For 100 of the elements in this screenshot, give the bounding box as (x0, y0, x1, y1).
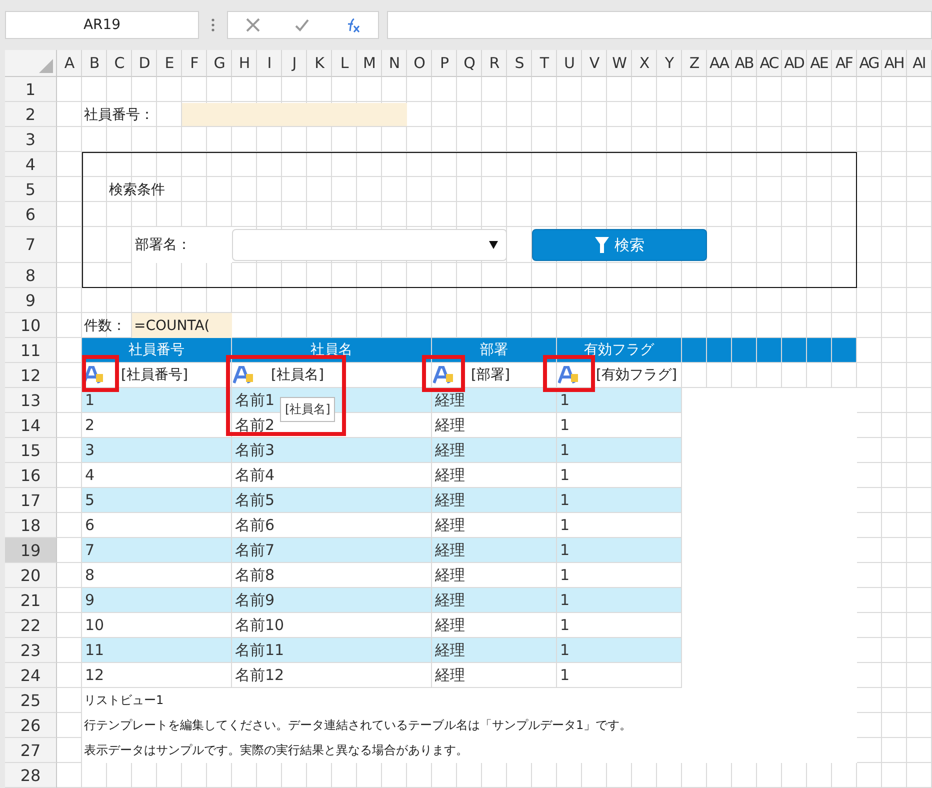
formula-input[interactable] (387, 11, 932, 39)
field-placeholder: [部署] (471, 366, 510, 384)
row-header[interactable]: 14 (5, 413, 57, 438)
column-header[interactable]: X (632, 50, 657, 77)
column-header[interactable]: Q (457, 50, 482, 77)
row-header[interactable]: 19 (5, 538, 57, 563)
column-header[interactable]: A (57, 50, 82, 77)
column-header[interactable]: E (157, 50, 182, 77)
row-header[interactable]: 7 (5, 227, 57, 263)
row-header[interactable]: 28 (5, 763, 57, 788)
column-header[interactable]: P (432, 50, 457, 77)
row-header[interactable]: 8 (5, 263, 57, 288)
row-header[interactable]: 25 (5, 688, 57, 713)
row-header[interactable]: 5 (5, 177, 57, 202)
table-cell: 名前9 (232, 588, 432, 613)
column-header[interactable]: R (482, 50, 507, 77)
row-header[interactable]: 10 (5, 313, 57, 338)
column-header[interactable]: S (507, 50, 532, 77)
table-cell: 名前12 (232, 663, 432, 688)
row-header[interactable]: 9 (5, 288, 57, 313)
column-header[interactable]: N (382, 50, 407, 77)
column-header[interactable]: G (207, 50, 232, 77)
column-header[interactable]: L (332, 50, 357, 77)
column-header[interactable]: Y (657, 50, 682, 77)
column-header[interactable]: AC (757, 50, 782, 77)
column-header[interactable]: AA (707, 50, 732, 77)
row-header[interactable]: 23 (5, 638, 57, 663)
table-cell: 11 (82, 638, 232, 663)
row-header[interactable]: 13 (5, 388, 57, 413)
column-header[interactable]: F (182, 50, 207, 77)
highlight-overlay (543, 355, 595, 392)
column-header[interactable]: D (132, 50, 157, 77)
column-header[interactable]: W (607, 50, 632, 77)
more-icon[interactable] (211, 18, 215, 32)
employee-id-field[interactable] (182, 103, 407, 126)
row-header[interactable]: 24 (5, 663, 57, 688)
table-cell: 名前6 (232, 513, 432, 538)
column-header[interactable]: AE (807, 50, 832, 77)
row-header[interactable]: 12 (5, 363, 57, 388)
column-header[interactable]: AG (857, 50, 882, 77)
highlight-overlay (422, 355, 465, 392)
text-field-icon (83, 366, 105, 384)
table-cell: 1 (557, 438, 682, 463)
column-header[interactable]: T (532, 50, 557, 77)
table-cell: 経理 (432, 538, 557, 563)
column-header[interactable]: I (257, 50, 282, 77)
table-cell: 7 (82, 538, 232, 563)
field-label: 部署名： (132, 227, 232, 263)
column-header[interactable]: AD (782, 50, 807, 77)
close-icon[interactable] (244, 17, 261, 33)
table-cell: 12 (82, 663, 232, 688)
row-header[interactable]: 17 (5, 488, 57, 513)
column-header[interactable]: AB (732, 50, 757, 77)
row-header[interactable]: 16 (5, 463, 57, 488)
column-header[interactable]: C (107, 50, 132, 77)
row-header[interactable]: 18 (5, 513, 57, 538)
column-header[interactable]: K (307, 50, 332, 77)
row-header[interactable]: 6 (5, 202, 57, 227)
table-cell: 経理 (432, 588, 557, 613)
column-header[interactable]: Z (682, 50, 707, 77)
select-all-icon[interactable] (39, 59, 53, 73)
search-button[interactable]: 検索 (532, 229, 707, 261)
table-cell: 1 (557, 563, 682, 588)
table-cell: 経理 (432, 638, 557, 663)
column-header[interactable]: O (407, 50, 432, 77)
table-cell: 1 (557, 613, 682, 638)
name-box[interactable]: AR19 (5, 11, 199, 39)
row-header[interactable]: 15 (5, 438, 57, 463)
column-header[interactable]: U (557, 50, 582, 77)
note-text: 表示データはサンプルです。実際の実行結果と異なる場合があります。 (83, 742, 469, 759)
table-cell: 1 (557, 388, 682, 413)
table-cell: 6 (82, 513, 232, 538)
row-header[interactable]: 26 (5, 713, 57, 738)
header-cell (782, 338, 807, 363)
column-header[interactable]: B (82, 50, 107, 77)
row-header[interactable]: 20 (5, 563, 57, 588)
row-header[interactable]: 22 (5, 613, 57, 638)
check-icon[interactable] (294, 17, 310, 33)
column-header[interactable]: M (357, 50, 382, 77)
field-placeholder: [社員名] (271, 366, 324, 384)
row-header[interactable]: 4 (5, 152, 57, 177)
field-placeholder: [社員番号] (121, 366, 188, 384)
column-header[interactable]: V (582, 50, 607, 77)
table-cell: 8 (82, 563, 232, 588)
row-header[interactable]: 1 (5, 77, 57, 102)
header-cell (757, 338, 782, 363)
column-header[interactable]: AH (882, 50, 907, 77)
table-cell: 10 (82, 613, 232, 638)
row-header[interactable]: 11 (5, 338, 57, 363)
row-header[interactable]: 21 (5, 588, 57, 613)
row-header[interactable]: 2 (5, 102, 57, 127)
table-cell: 経理 (432, 513, 557, 538)
row-header[interactable]: 27 (5, 738, 57, 763)
column-header[interactable]: AI (907, 50, 932, 77)
column-header[interactable]: H (232, 50, 257, 77)
department-dropdown[interactable] (232, 229, 507, 261)
column-header[interactable]: J (282, 50, 307, 77)
tooltip: [社員名] (280, 397, 336, 422)
row-header[interactable]: 3 (5, 127, 57, 152)
column-header[interactable]: AF (832, 50, 857, 77)
